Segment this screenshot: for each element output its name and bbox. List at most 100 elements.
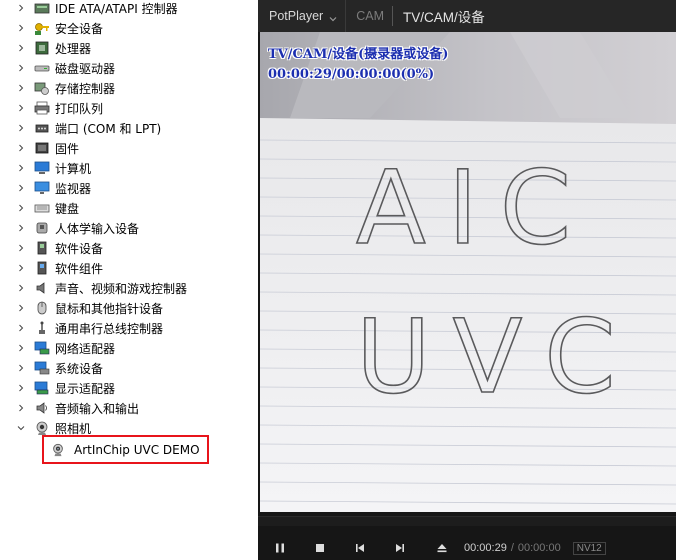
chevron-right-icon[interactable] bbox=[16, 43, 26, 53]
video-text-row1: AIC bbox=[356, 149, 593, 268]
system-device-icon bbox=[34, 361, 50, 375]
chevron-down-icon[interactable] bbox=[328, 11, 338, 22]
tree-item-category[interactable]: 端口 (COM 和 LPT) bbox=[0, 118, 258, 138]
tree-item-category[interactable]: 打印队列 bbox=[0, 98, 258, 118]
chevron-right-icon[interactable] bbox=[16, 123, 26, 133]
tree-item-label: 处理器 bbox=[55, 41, 92, 56]
tree-item-category[interactable]: 处理器 bbox=[0, 38, 258, 58]
chevron-right-icon[interactable] bbox=[16, 103, 26, 113]
tree-item-label: 通用串行总线控制器 bbox=[55, 321, 164, 336]
tree-item-label: 打印队列 bbox=[55, 101, 104, 116]
audio-io-icon bbox=[34, 401, 50, 415]
display-adapter-icon bbox=[34, 381, 50, 395]
titlebar-divider bbox=[345, 0, 347, 32]
eject-icon bbox=[437, 544, 447, 553]
tree-item-category[interactable]: 安全设备 bbox=[0, 18, 258, 38]
app-menu-button[interactable]: PotPlayer bbox=[269, 9, 323, 23]
tree-item-category[interactable]: 软件组件 bbox=[0, 258, 258, 278]
processor-icon bbox=[34, 41, 50, 55]
chevron-right-icon[interactable] bbox=[16, 403, 26, 413]
chevron-right-icon[interactable] bbox=[16, 363, 26, 373]
tree-item-label: 键盘 bbox=[55, 201, 80, 216]
chevron-right-icon[interactable] bbox=[16, 183, 26, 193]
chevron-right-icon[interactable] bbox=[16, 203, 26, 213]
tree-item-label: 人体学输入设备 bbox=[55, 221, 140, 236]
ide-controller-icon bbox=[34, 1, 50, 15]
keyboard-icon bbox=[34, 201, 50, 215]
tree-item-category[interactable]: 人体学输入设备 bbox=[0, 218, 258, 238]
chevron-right-icon[interactable] bbox=[16, 383, 26, 393]
eject-button[interactable] bbox=[434, 540, 450, 556]
seek-bar[interactable] bbox=[258, 516, 676, 526]
software-component-icon bbox=[34, 261, 50, 275]
chevron-right-icon[interactable] bbox=[16, 243, 26, 253]
printer-icon bbox=[34, 101, 50, 115]
chevron-right-icon[interactable] bbox=[16, 303, 26, 313]
tree-item-label: 照相机 bbox=[55, 421, 92, 436]
previous-button[interactable] bbox=[352, 540, 368, 556]
chevron-right-icon[interactable] bbox=[16, 283, 26, 293]
tree-item-category[interactable]: 计算机 bbox=[0, 158, 258, 178]
tab-cam[interactable]: CAM bbox=[356, 9, 384, 23]
playback-controls: 00:00:29 / 00:00:00 NV12 bbox=[258, 536, 676, 560]
network-adapter-icon bbox=[34, 341, 50, 355]
camera-frame: AIC UVC bbox=[260, 32, 676, 512]
tree-item-category[interactable]: 存储控制器 bbox=[0, 78, 258, 98]
chevron-right-icon[interactable] bbox=[16, 323, 26, 333]
tree-item-category[interactable]: 音频输入和输出 bbox=[0, 398, 258, 418]
osd-time: 00:00:29/00:00:00(0%) bbox=[268, 67, 435, 82]
tree-item-category[interactable]: IDE ATA/ATAPI 控制器 bbox=[0, 0, 258, 18]
next-button[interactable] bbox=[392, 540, 408, 556]
pause-icon bbox=[276, 543, 284, 553]
skip-forward-icon bbox=[396, 544, 404, 552]
tree-item-label: 声音、视频和游戏控制器 bbox=[55, 281, 188, 296]
tree-item-category[interactable]: 通用串行总线控制器 bbox=[0, 318, 258, 338]
tree-item-label: 鼠标和其他指针设备 bbox=[55, 301, 164, 316]
chevron-right-icon[interactable] bbox=[16, 23, 26, 33]
tree-item-category[interactable]: 显示适配器 bbox=[0, 378, 258, 398]
chevron-right-icon[interactable] bbox=[16, 343, 26, 353]
speaker-icon bbox=[34, 281, 50, 295]
tree-item-label: 监视器 bbox=[55, 181, 92, 196]
tab-title[interactable]: TV/CAM/设备 bbox=[403, 6, 485, 26]
total-time: 00:00:00 bbox=[517, 542, 561, 554]
chevron-right-icon[interactable] bbox=[16, 83, 26, 93]
current-time: 00:00:29 bbox=[464, 542, 507, 554]
tree-item-artinchip-uvc-demo[interactable]: ArtInChip UVC DEMO bbox=[42, 435, 209, 464]
tree-item-category[interactable]: 键盘 bbox=[0, 198, 258, 218]
tree-item-label: 系统设备 bbox=[55, 361, 104, 376]
tree-item-category[interactable]: 网络适配器 bbox=[0, 338, 258, 358]
hid-icon bbox=[34, 221, 50, 235]
video-viewport[interactable]: AIC UVC TV/CAM/设备(摄录器或设备) 00:00:29/00:00… bbox=[260, 32, 676, 512]
webcam-icon bbox=[50, 443, 66, 457]
skip-back-icon bbox=[356, 544, 364, 552]
tree-item-label: 安全设备 bbox=[55, 21, 104, 36]
usb-icon bbox=[34, 321, 50, 335]
disk-drive-icon bbox=[34, 61, 50, 75]
tree-item-label: 端口 (COM 和 LPT) bbox=[55, 121, 162, 136]
pause-button[interactable] bbox=[272, 540, 288, 556]
chevron-down-icon[interactable] bbox=[16, 423, 26, 433]
format-badge: NV12 bbox=[572, 541, 606, 555]
chevron-right-icon[interactable] bbox=[16, 223, 26, 233]
tree-item-category[interactable]: 磁盘驱动器 bbox=[0, 58, 258, 78]
software-device-icon bbox=[34, 241, 50, 255]
tree-item-category[interactable]: 监视器 bbox=[0, 178, 258, 198]
tab-divider bbox=[391, 6, 393, 26]
stop-button[interactable] bbox=[312, 540, 328, 556]
tree-item-label: 音频输入和输出 bbox=[55, 401, 140, 416]
chevron-right-icon[interactable] bbox=[16, 63, 26, 73]
mouse-icon bbox=[34, 301, 50, 315]
tree-item-category[interactable]: 鼠标和其他指针设备 bbox=[0, 298, 258, 318]
chevron-right-icon[interactable] bbox=[16, 263, 26, 273]
monitor-icon bbox=[34, 181, 50, 195]
chevron-right-icon[interactable] bbox=[16, 163, 26, 173]
tree-item-category[interactable]: 声音、视频和游戏控制器 bbox=[0, 278, 258, 298]
tree-item-category[interactable]: 固件 bbox=[0, 138, 258, 158]
chevron-right-icon[interactable] bbox=[16, 3, 26, 13]
chevron-right-icon[interactable] bbox=[16, 143, 26, 153]
tree-item-category[interactable]: 系统设备 bbox=[0, 358, 258, 378]
tree-item-category[interactable]: 软件设备 bbox=[0, 238, 258, 258]
camera-icon bbox=[34, 421, 50, 435]
tree-item-label: 显示适配器 bbox=[55, 381, 116, 396]
